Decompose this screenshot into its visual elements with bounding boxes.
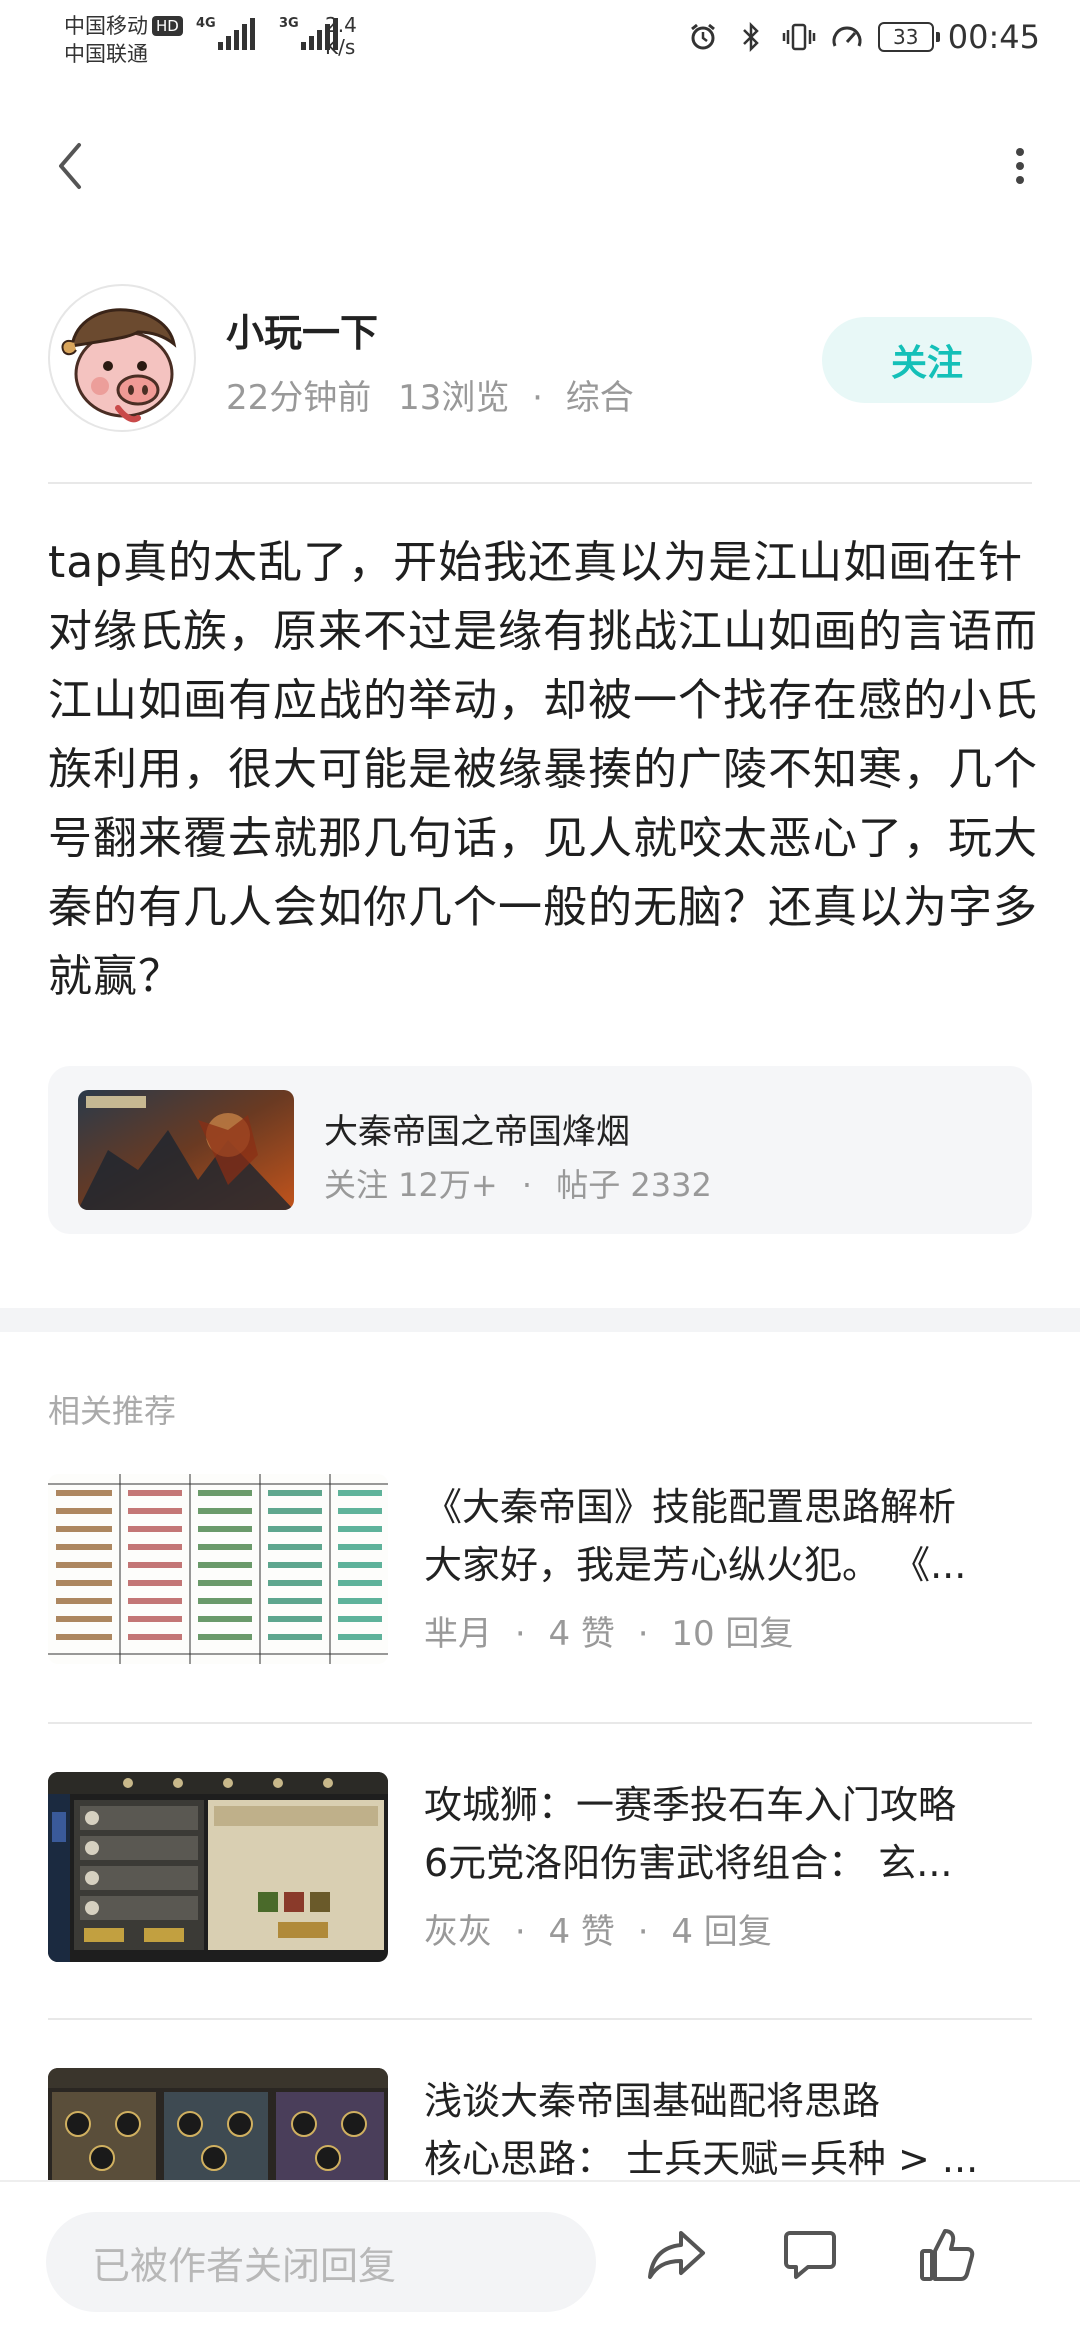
speed-icon [830, 20, 864, 54]
related-section-title: 相关推荐 [48, 1392, 177, 1430]
related-thumbnail [48, 1772, 388, 1962]
carrier-2: 中国联通 [64, 42, 148, 66]
bottom-action-bar: 已被作者关闭回复 [0, 2180, 1080, 2340]
meta-separator: · [637, 1614, 649, 1654]
related-post-item[interactable]: 攻城狮：一赛季投石车入门攻略 6元党洛阳伤害武将组合： 玄... 灰灰 · 4 … [48, 1772, 1032, 1972]
vibrate-icon [782, 20, 816, 54]
author-name[interactable]: 小玩一下 [226, 302, 378, 357]
meta-separator: · [532, 378, 543, 418]
signal-1-tag: 4G [196, 16, 216, 31]
related-post-replies: 10 回复 [671, 1614, 794, 1654]
view-count: 13浏览 [398, 378, 510, 418]
pig-avatar-icon [61, 308, 177, 423]
share-button[interactable] [642, 2220, 712, 2290]
post-meta: 22分钟前 13浏览 · 综合 [226, 370, 634, 419]
more-options-button[interactable] [990, 136, 1050, 196]
net-speed-unit: K/s [325, 35, 356, 59]
related-post-author: 灰灰 [424, 1912, 492, 1952]
meta-separator: · [521, 1166, 533, 1204]
signal-indicators: 4G 3G [196, 16, 338, 50]
thumbs-up-icon [920, 2229, 975, 2281]
related-post-likes: 4 赞 [548, 1912, 615, 1952]
related-post-excerpt: 大家好，我是芳心纵火犯。 《... [424, 1543, 967, 1587]
forum-stats: 关注 12万+ · 帖子 2332 [324, 1160, 712, 1206]
divider [48, 482, 1032, 484]
clock: 00:45 [947, 18, 1040, 56]
follow-button[interactable]: 关注 [822, 317, 1032, 403]
post-category: 综合 [565, 378, 634, 418]
related-post-item[interactable]: 浅谈大秦帝国基础配将思路 核心思路： 士兵天赋=兵种 > ... [48, 2068, 1032, 2180]
related-thumbnail [48, 2068, 388, 2180]
related-thumbnail [48, 1474, 388, 1664]
related-post-likes: 4 赞 [548, 1614, 615, 1654]
status-bar: 中国移动 HD 中国联通 4G 3G 2.4 K/s 33 00:45 [0, 0, 1080, 80]
net-speed-value: 2.4 [325, 13, 357, 37]
signal-1-icon: 4G [196, 16, 255, 50]
more-vertical-icon [1016, 148, 1024, 184]
section-divider [0, 1308, 1080, 1332]
related-post-title: 攻城狮：一赛季投石车入门攻略 [424, 1783, 957, 1827]
related-post-title: 浅谈大秦帝国基础配将思路 [424, 2079, 881, 2123]
battery-icon: 33 [877, 22, 940, 52]
author-header: 小玩一下 22分钟前 13浏览 · 综合 关注 [48, 284, 1032, 434]
network-speed: 2.4 K/s [325, 14, 357, 58]
carrier-1: 中国移动 [64, 14, 148, 38]
carrier-info: 中国移动 HD 中国联通 [64, 12, 183, 68]
signal-2-tag: 3G [279, 16, 299, 31]
bluetooth-icon [734, 20, 768, 54]
meta-separator: · [637, 1912, 649, 1952]
back-arrow-icon [59, 143, 81, 189]
share-icon [648, 2231, 705, 2279]
related-post-meta: 灰灰 · 4 赞 · 4 回复 [424, 1904, 772, 1953]
like-button[interactable] [912, 2220, 982, 2290]
post-time: 22分钟前 [226, 378, 372, 418]
related-post-excerpt: 6元党洛阳伤害武将组合： 玄... [424, 1841, 953, 1885]
forum-name: 大秦帝国之帝国烽烟 [324, 1112, 630, 1152]
related-post-replies: 4 回复 [671, 1912, 772, 1952]
status-right: 33 00:45 [686, 18, 1040, 56]
related-post-meta: 芈月 · 4 赞 · 10 回复 [424, 1606, 793, 1655]
forum-thumbnail [78, 1090, 294, 1210]
back-button[interactable] [40, 136, 100, 196]
avatar[interactable] [48, 284, 196, 432]
top-nav [0, 120, 1080, 210]
forum-followers: 关注 12万+ [324, 1166, 498, 1204]
meta-separator: · [514, 1614, 526, 1654]
forum-posts: 帖子 2332 [556, 1166, 712, 1204]
alarm-icon [686, 20, 720, 54]
meta-separator: · [514, 1912, 526, 1952]
forum-card[interactable]: 大秦帝国之帝国烽烟 关注 12万+ · 帖子 2332 [48, 1066, 1032, 1234]
hd-badge: HD [152, 16, 183, 36]
post-content: tap真的太乱了，开始我还真以为是江山如画在针对缘氏族，原来不过是缘有挑战江山如… [48, 537, 1038, 1002]
related-post-item[interactable]: 《大秦帝国》技能配置思路解析 大家好，我是芳心纵火犯。 《... 芈月 · 4 … [48, 1474, 1032, 1674]
comment-icon [784, 2231, 836, 2279]
divider [48, 1722, 1032, 1724]
divider [48, 2018, 1032, 2020]
comment-button[interactable] [775, 2220, 845, 2290]
reply-input[interactable]: 已被作者关闭回复 [46, 2212, 596, 2312]
related-post-author: 芈月 [424, 1614, 492, 1654]
related-post-excerpt: 核心思路： 士兵天赋=兵种 > ... [424, 2137, 979, 2180]
related-post-title: 《大秦帝国》技能配置思路解析 [424, 1485, 957, 1529]
